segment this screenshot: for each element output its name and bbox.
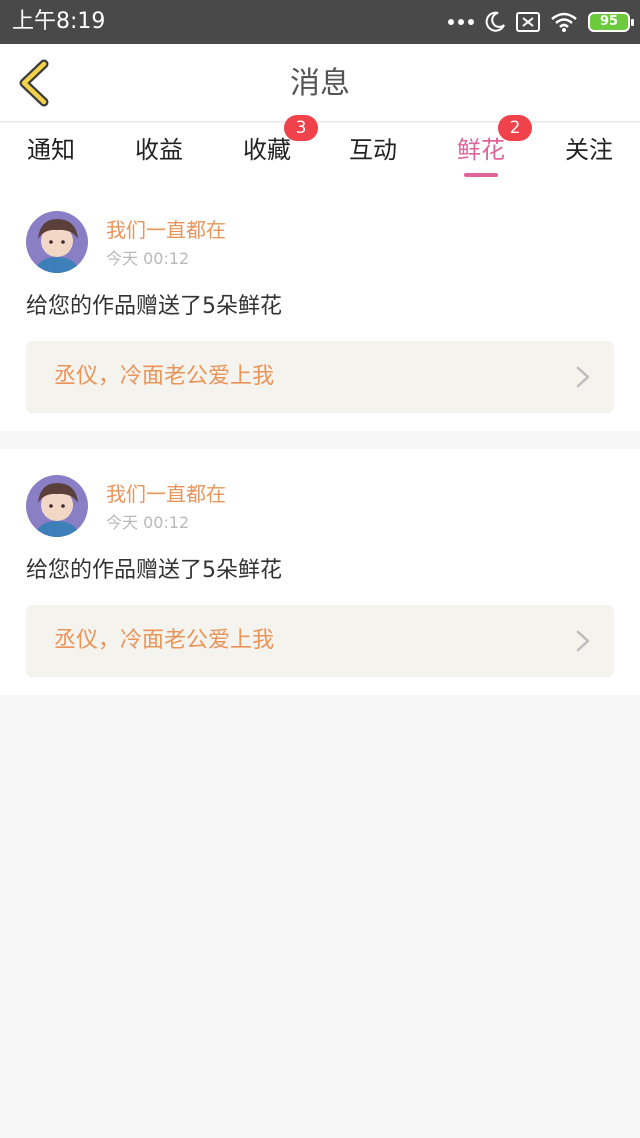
tab-earnings[interactable]: 收益 <box>114 123 204 183</box>
status-icons: 95 <box>448 10 634 34</box>
work-link[interactable]: 丞仪，冷面老公爱上我 <box>26 341 614 413</box>
work-link[interactable]: 丞仪，冷面老公爱上我 <box>26 605 614 677</box>
tab-interactions[interactable]: 互动 <box>328 123 418 183</box>
message-time: 今天 00:12 <box>106 513 190 532</box>
message-card: 我们一直都在 今天 00:12 给您的作品赠送了5朵鲜花 丞仪，冷面老公爱上我 <box>0 449 640 695</box>
wifi-icon <box>551 12 577 32</box>
tab-label: 关注 <box>565 136 613 164</box>
message-text: 给您的作品赠送了5朵鲜花 <box>26 558 282 583</box>
more-dots-icon <box>448 19 474 25</box>
flowers-count-badge: 2 <box>498 115 532 141</box>
chevron-right-icon <box>576 630 590 652</box>
work-title: 丞仪，冷面老公爱上我 <box>54 628 275 653</box>
tab-label: 收藏 <box>243 136 291 164</box>
tab-label: 互动 <box>349 136 397 164</box>
sim-off-icon <box>516 12 540 32</box>
sender-name[interactable]: 我们一直都在 <box>106 480 226 508</box>
avatar-image <box>26 211 88 273</box>
nav-bar: 消息 <box>0 44 640 122</box>
message-text: 给您的作品赠送了5朵鲜花 <box>26 294 282 319</box>
tab-label: 收益 <box>135 136 183 164</box>
page-title: 消息 <box>290 66 350 101</box>
moon-icon <box>485 11 505 32</box>
avatar-image <box>26 475 88 537</box>
tab-following[interactable]: 关注 <box>544 123 634 183</box>
tab-favorites[interactable]: 收藏 3 <box>222 115 318 183</box>
tab-notifications[interactable]: 通知 <box>6 123 96 183</box>
battery-icon: 95 <box>588 12 634 32</box>
favorites-count-badge: 3 <box>284 115 318 141</box>
avatar[interactable] <box>26 475 88 537</box>
tab-label: 通知 <box>27 136 75 164</box>
tab-flowers[interactable]: 鲜花 2 <box>436 115 532 183</box>
tab-label: 鲜花 <box>457 136 505 164</box>
active-tab-indicator <box>464 173 498 177</box>
chevron-right-icon <box>576 366 590 388</box>
battery-level: 95 <box>599 14 619 29</box>
status-bar: 上午8:19 95 <box>0 0 640 44</box>
tab-bar: 通知 收益 收藏 3 互动 鲜花 2 关注 <box>0 115 640 183</box>
sender-name[interactable]: 我们一直都在 <box>106 216 226 244</box>
status-time: 上午8:19 <box>12 9 106 34</box>
message-time: 今天 00:12 <box>106 249 190 268</box>
message-card: 我们一直都在 今天 00:12 给您的作品赠送了5朵鲜花 丞仪，冷面老公爱上我 <box>0 183 640 431</box>
avatar[interactable] <box>26 211 88 273</box>
work-title: 丞仪，冷面老公爱上我 <box>54 364 275 389</box>
